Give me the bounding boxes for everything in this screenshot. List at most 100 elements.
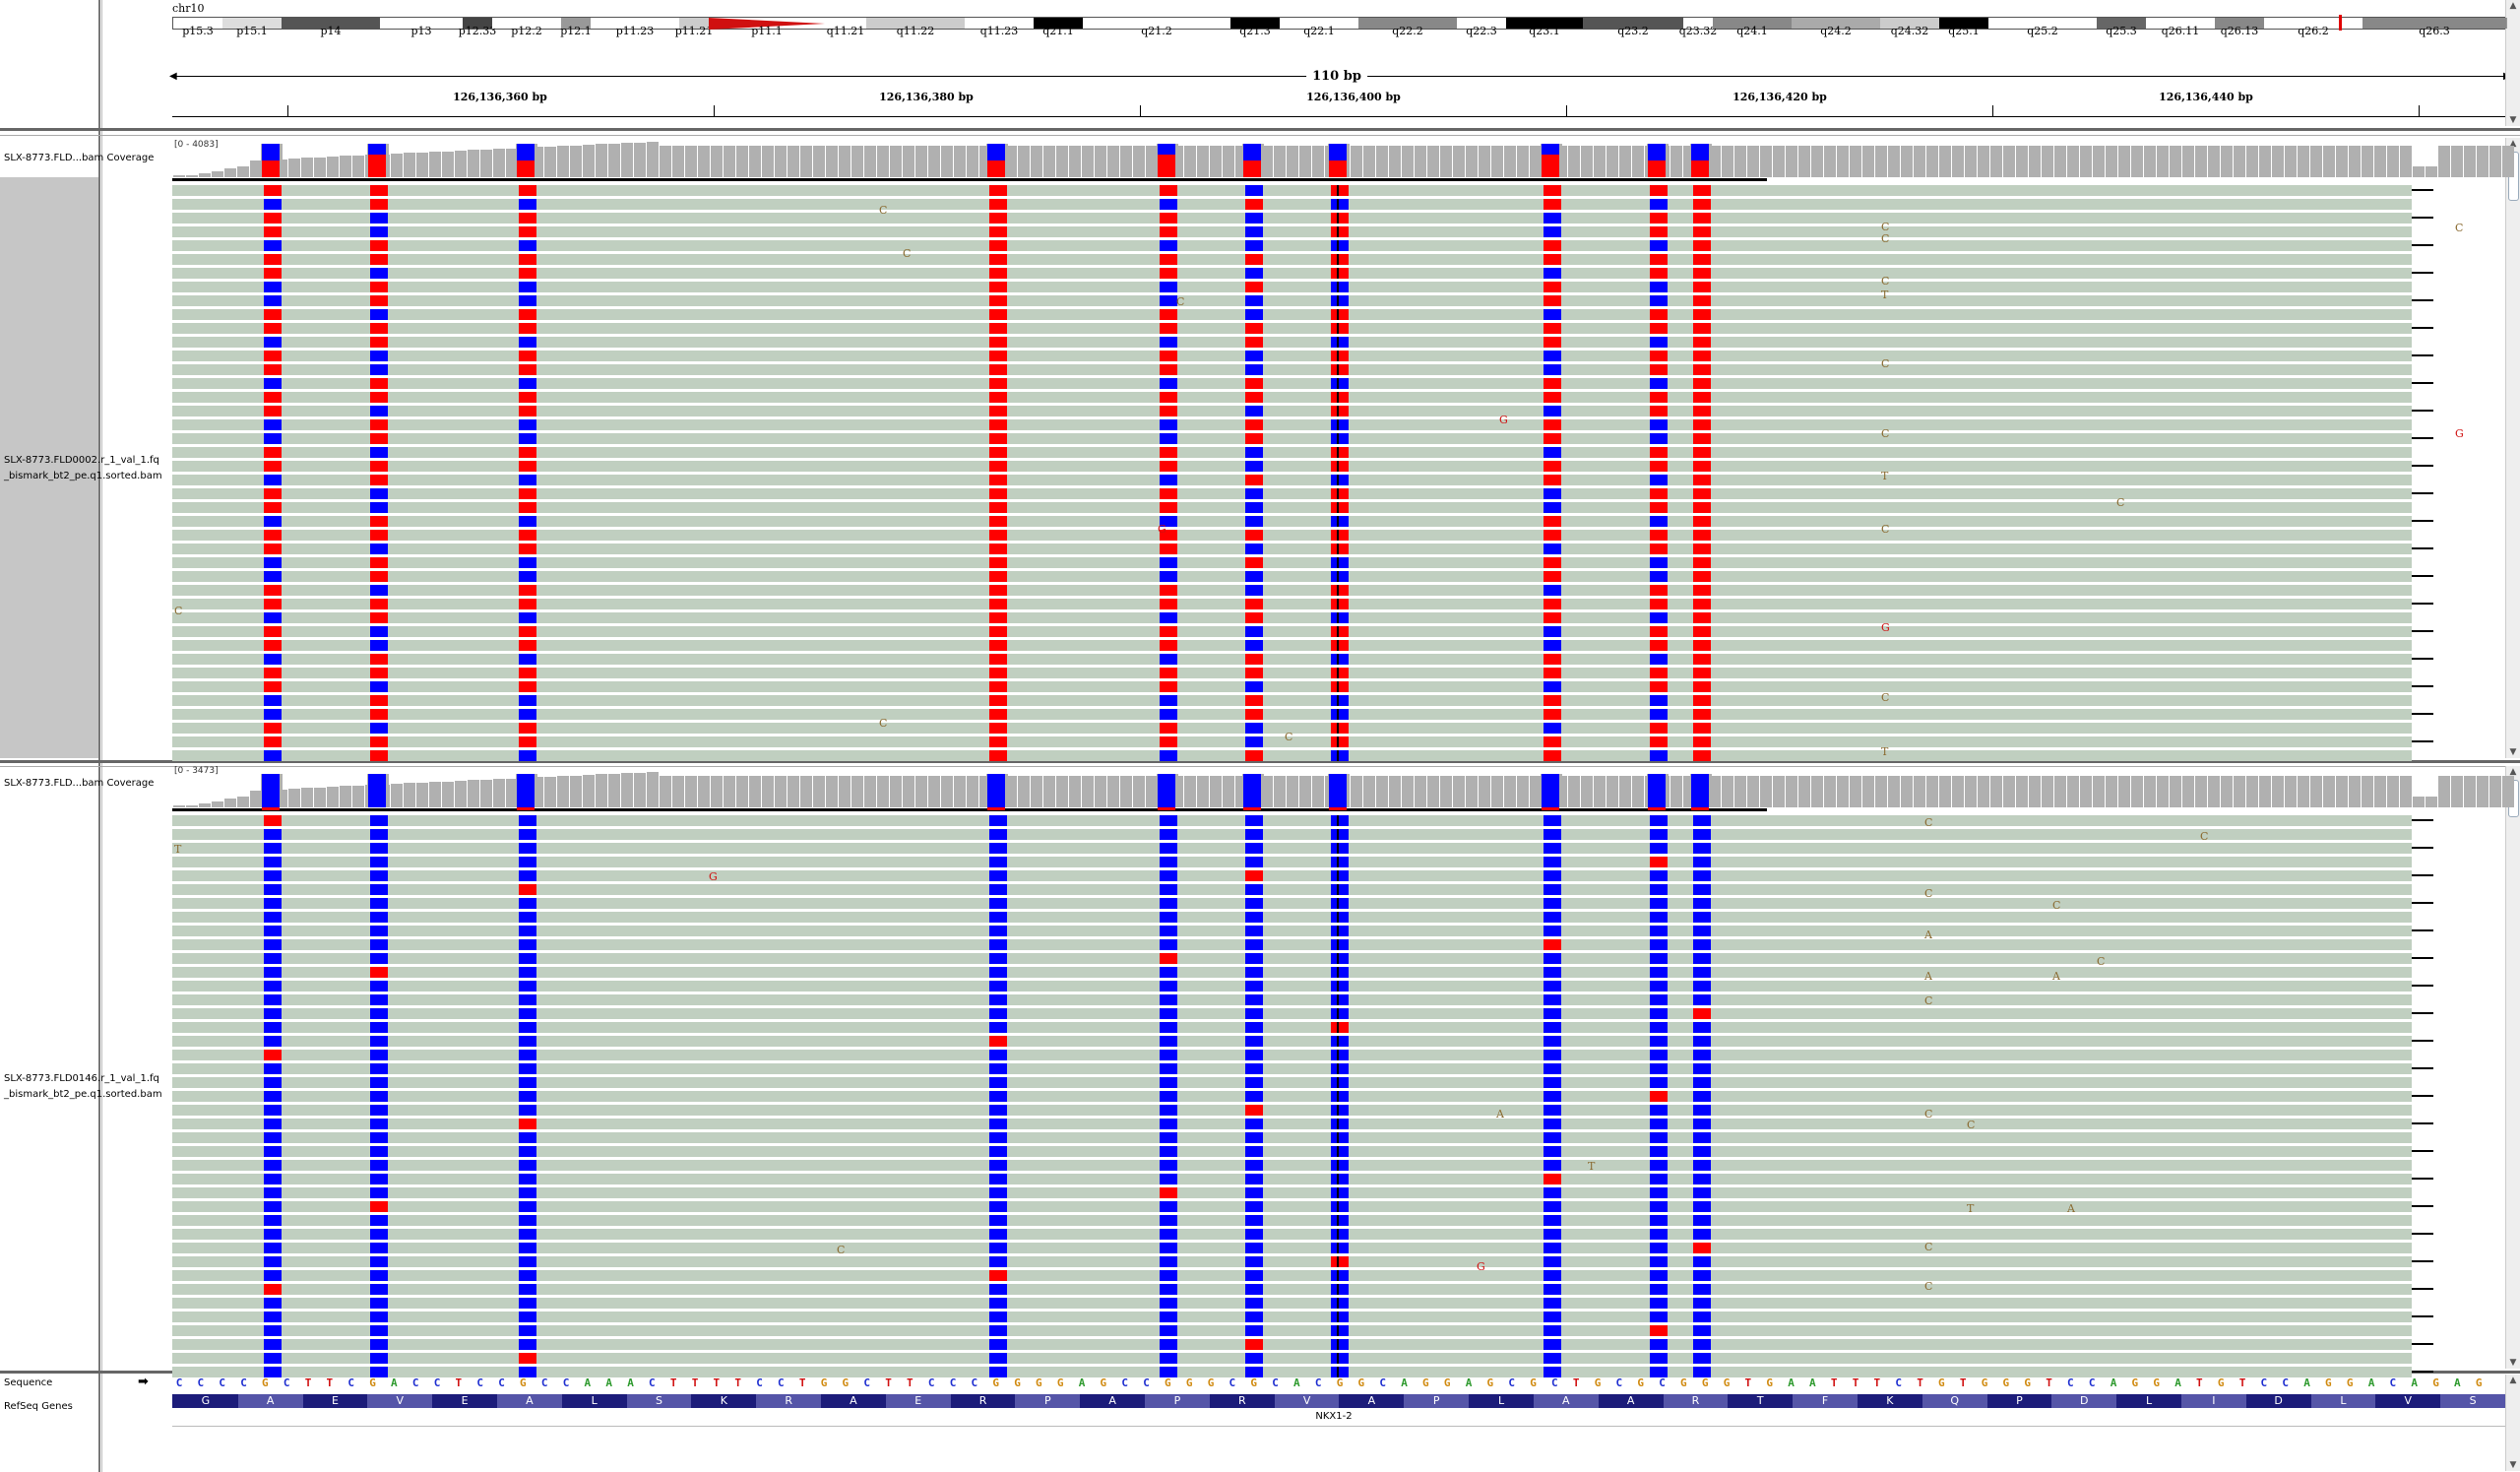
cpg-call [989, 475, 1007, 485]
coverage-bar [788, 146, 799, 177]
coverage-bar [1632, 146, 1644, 177]
band-label: q26.11 [2161, 25, 2200, 37]
center-line [1337, 1077, 1339, 1088]
track1-scrollbar[interactable]: ▲ ▼ [2505, 138, 2520, 758]
cpg-call [1650, 488, 1668, 499]
header-scrollbar[interactable]: ▲ ▼ [2505, 0, 2520, 126]
cpg-call [1544, 185, 1561, 196]
coverage-unmethylated [1158, 144, 1175, 156]
scroll-down-icon[interactable]: ▼ [2506, 114, 2520, 126]
coverage-bar [2477, 146, 2488, 177]
cpg-call [370, 695, 388, 706]
cpg-call [1331, 1325, 1349, 1336]
cpg-call [1331, 1201, 1349, 1212]
coverage-methylated [1158, 155, 1175, 177]
coverage-bar [340, 156, 351, 177]
cpg-call [1544, 1256, 1561, 1267]
sequence-base: A [1809, 1376, 1816, 1389]
cpg-call [370, 994, 388, 1005]
cpg-call [989, 709, 1007, 720]
track2-scrollbar[interactable]: ▲ ▼ [2505, 766, 2520, 1369]
sequence-base: A [2367, 1376, 2375, 1389]
cpg-call [519, 709, 536, 720]
track1-alignment-name-2[interactable]: _bismark_bt2_pe.q1.sorted.bam [4, 471, 162, 481]
cpg-call [1650, 213, 1668, 224]
amino-acid: R [756, 1394, 822, 1408]
center-line [1337, 829, 1339, 840]
coverage-bar [2131, 146, 2143, 177]
cpg-call [519, 723, 536, 734]
scroll-down-icon[interactable]: ▼ [2506, 1459, 2520, 1471]
cpg-call [519, 544, 536, 554]
cpg-call [1650, 939, 1668, 950]
coverage-bar [1107, 146, 1119, 177]
coverage-methylated [262, 807, 280, 810]
track1-alignment-name-1[interactable]: SLX-8773.FLD0002.r_1_val_1.fq [4, 455, 159, 466]
cpg-call [1245, 1312, 1263, 1322]
cpg-call [989, 654, 1007, 665]
scroll-down-icon[interactable]: ▼ [2506, 746, 2520, 758]
cpg-call [989, 585, 1007, 596]
center-line [1337, 1256, 1339, 1267]
cpg-call [989, 626, 1007, 637]
cpg-call [1693, 870, 1711, 881]
sequence-track-name[interactable]: Sequence [4, 1377, 52, 1388]
sequence-base: G [1680, 1376, 1687, 1389]
feature-scrollbar[interactable]: ▲ ▼ [2505, 1375, 2520, 1471]
sequence-base: G [2131, 1376, 2139, 1389]
strand-arrow-icon[interactable]: ➡ [138, 1375, 149, 1389]
track1-coverage-name[interactable]: SLX-8773.FLD...bam Coverage [4, 153, 154, 163]
cpg-call [264, 585, 282, 596]
cpg-call [519, 939, 536, 950]
scroll-up-icon[interactable]: ▲ [2506, 0, 2520, 12]
coverage-bar [890, 776, 902, 807]
track2-alignment-name-2[interactable]: _bismark_bt2_pe.q1.sorted.bam [4, 1089, 162, 1100]
cpg-call [1160, 1325, 1177, 1336]
cpg-call [264, 199, 282, 210]
cpg-call [1650, 516, 1668, 527]
cpg-call [989, 994, 1007, 1005]
coverage-bar [1914, 146, 1925, 177]
track2-alignment-name-1[interactable]: SLX-8773.FLD0146.r_1_val_1.fq [4, 1073, 159, 1084]
coverage-bar [570, 775, 582, 807]
scroll-down-icon[interactable]: ▼ [2506, 1357, 2520, 1369]
center-line [1337, 309, 1339, 320]
cpg-call [1544, 530, 1561, 541]
coverage-bar [1107, 776, 1119, 807]
sequence-base: G [1185, 1376, 1193, 1389]
cpg-call [1693, 994, 1711, 1005]
cpg-call [370, 723, 388, 734]
amino-acid: L [1469, 1394, 1534, 1408]
cpg-call [264, 530, 282, 541]
coverage-bar [672, 776, 684, 807]
cpg-call [1245, 626, 1263, 637]
amino-acid: A [1598, 1394, 1664, 1408]
sequence-base: C [2067, 1376, 2074, 1389]
amino-acid: R [950, 1394, 1016, 1408]
coverage-bar [1479, 776, 1490, 807]
cpg-call [1160, 1091, 1177, 1102]
cpg-call [1245, 1036, 1263, 1047]
refseq-track-name[interactable]: RefSeq Genes [4, 1401, 73, 1412]
cpg-call [1693, 544, 1711, 554]
coverage-baseline [172, 808, 1767, 811]
cpg-call [370, 953, 388, 964]
cpg-call [519, 1050, 536, 1060]
read [172, 1229, 2412, 1240]
ruler-tick-label: 126,136,360 bp [453, 91, 547, 103]
center-line [1337, 1036, 1339, 1047]
read-gap [2412, 847, 2433, 849]
track2-coverage-name[interactable]: SLX-8773.FLD...bam Coverage [4, 778, 154, 789]
cpg-call [989, 226, 1007, 237]
read [172, 1091, 2412, 1102]
scroll-up-icon[interactable]: ▲ [2506, 1375, 2520, 1386]
cpg-call [1160, 1201, 1177, 1212]
cpg-call [989, 1119, 1007, 1129]
cpg-call [264, 516, 282, 527]
cpg-call [264, 1298, 282, 1309]
cpg-call [1693, 926, 1711, 936]
cpg-call [1331, 1022, 1349, 1033]
center-line [1337, 709, 1339, 720]
sequence-base: T [713, 1376, 721, 1389]
header-divider[interactable] [0, 128, 2520, 131]
